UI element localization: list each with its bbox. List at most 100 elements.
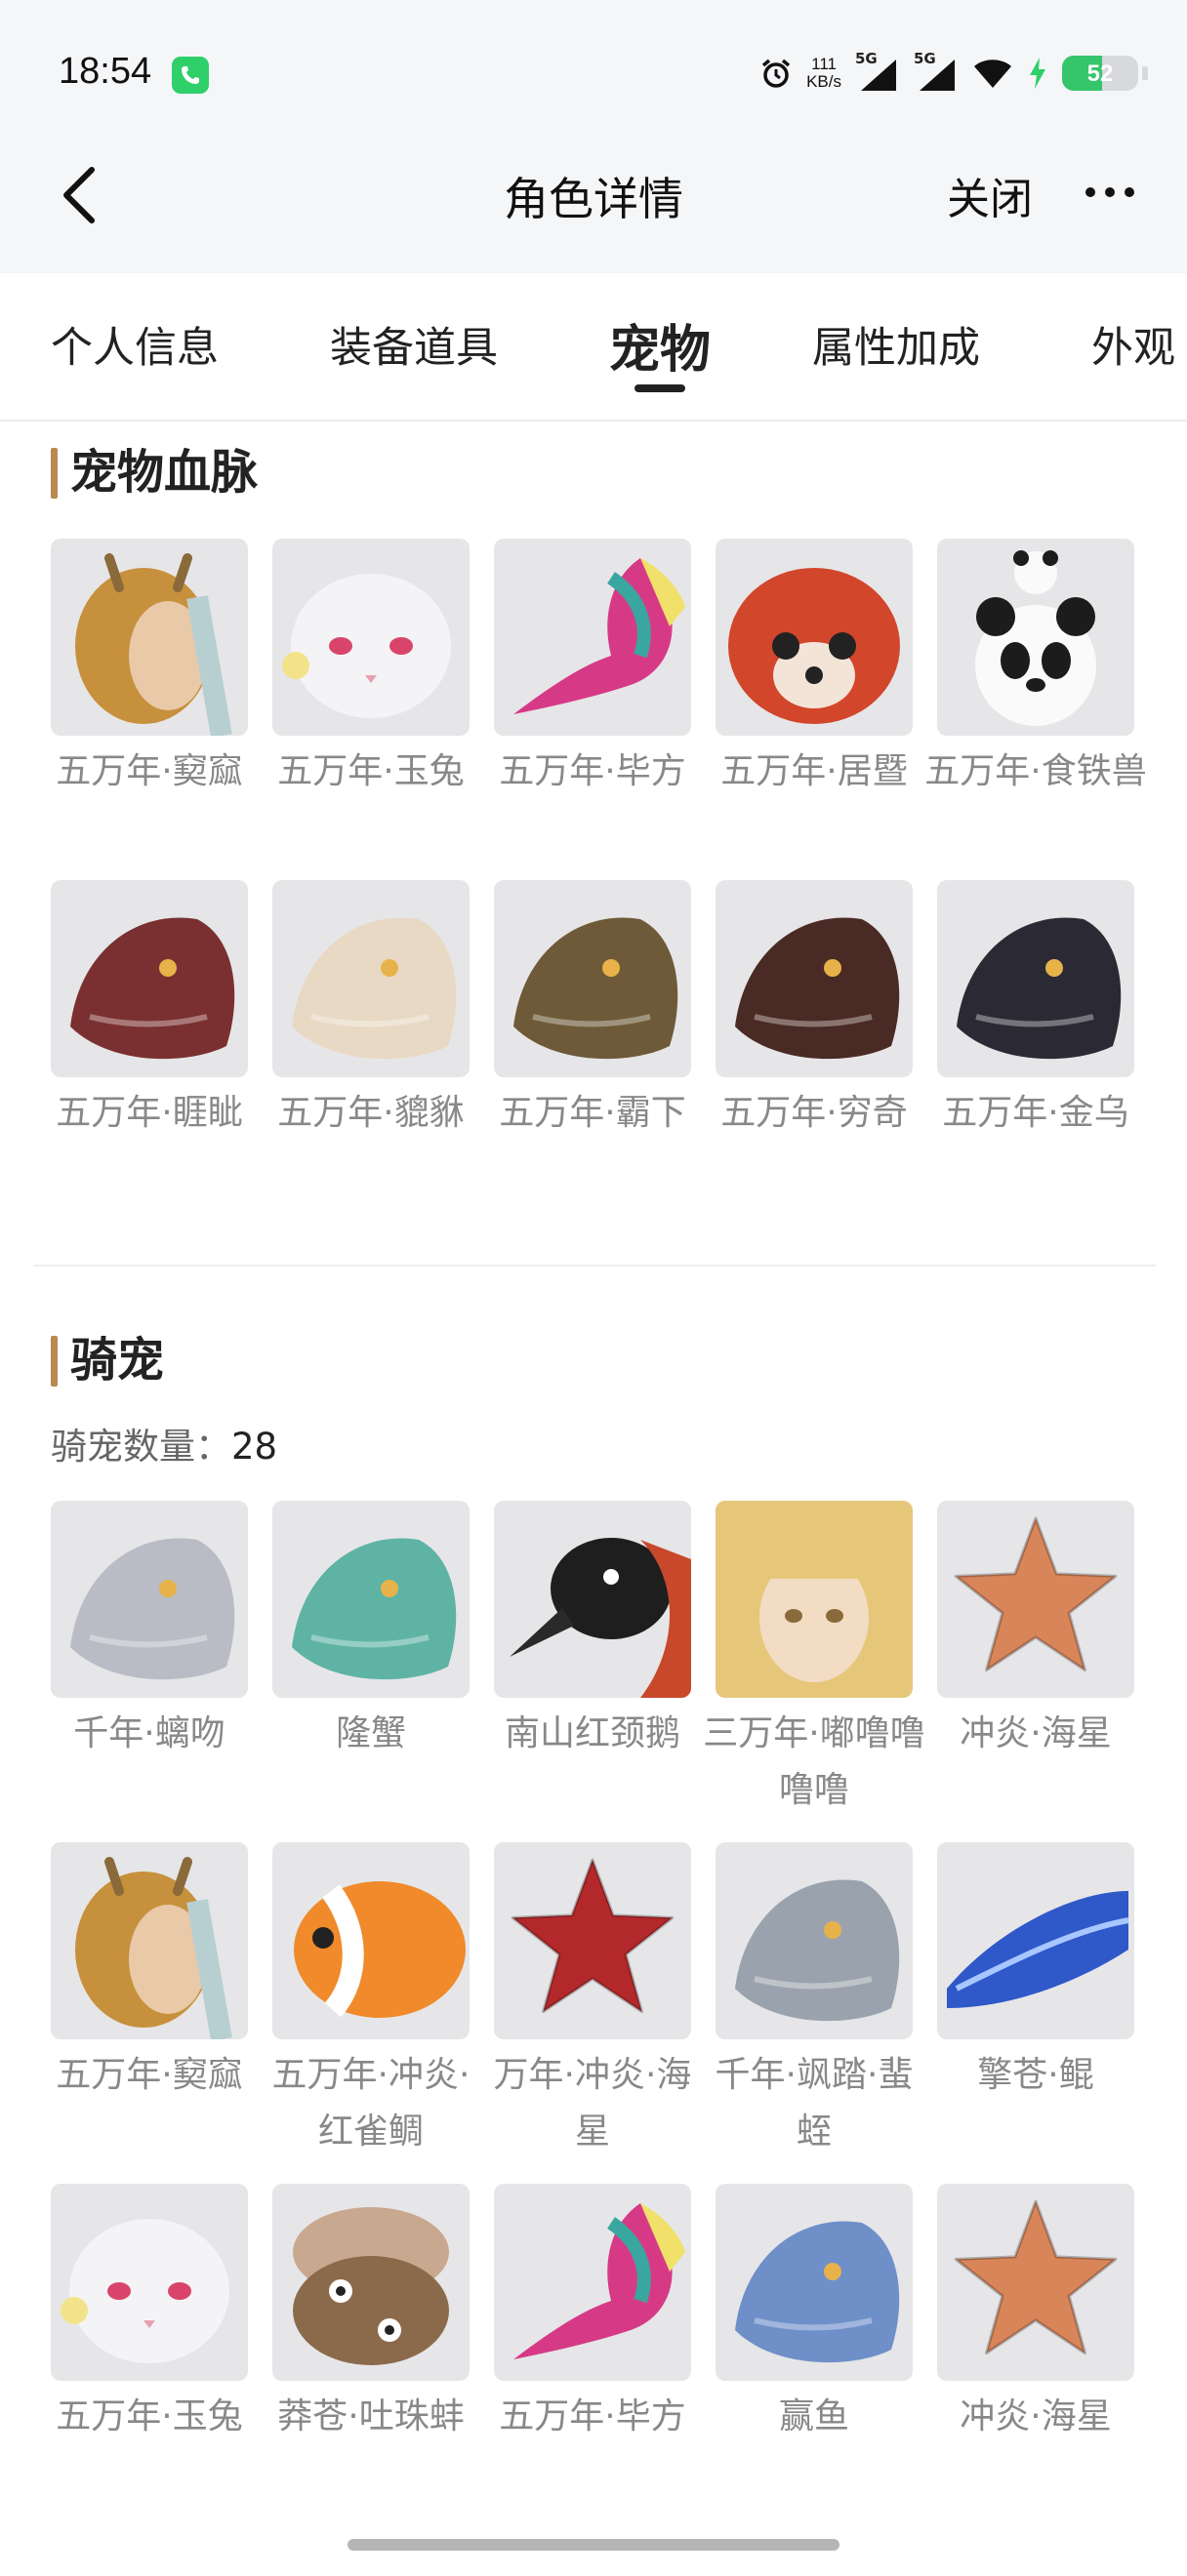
pet-card[interactable]: 五万年·窫窳: [51, 1842, 248, 2104]
pet-card[interactable]: 三万年·嘟噜噜噜噜: [703, 1501, 925, 1819]
pet-card[interactable]: 隆蟹: [272, 1501, 470, 1762]
status-icons: 111 KB/s 5G 5G 52: [759, 50, 1148, 94]
pet-name: 五万年·玉兔: [277, 751, 465, 791]
pet-name: 千年·螭吻: [73, 1713, 225, 1753]
pet-card[interactable]: 五万年·冲炎·红雀鲷: [272, 1842, 470, 2160]
dot-icon: [1125, 187, 1134, 197]
pet-name: 隆蟹: [335, 1713, 406, 1753]
pet-card[interactable]: 五万年·毕方: [494, 539, 691, 800]
red-panda-icon: [716, 539, 913, 736]
pet-bloodline-grid: 五万年·窫窳 五万年·玉兔 五万年·毕方 五万年·居暨 五万年·食铁兽 五万年·…: [51, 539, 1147, 1222]
signal-2: 5G: [914, 50, 959, 93]
lion-mask-icon: [272, 880, 470, 1077]
silver-fish-dragon-icon: [51, 1501, 248, 1698]
pet-card[interactable]: 万年·冲炎·海星: [494, 1842, 691, 2160]
pet-card[interactable]: 冲炎·海星: [937, 1501, 1134, 1762]
blue-whale-icon: [937, 1842, 1134, 2039]
signal-2-label: 5G: [914, 50, 936, 67]
black-goose-icon: [494, 1501, 691, 1698]
home-indicator[interactable]: [348, 2539, 839, 2551]
orange-starfish-icon: [937, 1501, 1134, 1698]
pet-name: 五万年·窫窳: [56, 751, 243, 791]
close-button[interactable]: 关闭: [947, 164, 1033, 226]
pet-card[interactable]: 五万年·毕方: [494, 2184, 691, 2445]
pet-card[interactable]: 莽苍·吐珠蚌: [272, 2184, 470, 2445]
charging-icon: [1030, 58, 1045, 89]
pet-name: 五万年·玉兔: [56, 2396, 243, 2436]
active-tab-indicator: [634, 384, 685, 392]
section-title-pet-bloodline: 宠物血脉: [51, 444, 258, 501]
tab-equipment[interactable]: 装备道具: [330, 314, 498, 375]
wifi-icon: [974, 60, 1011, 88]
tab-profile[interactable]: 个人信息: [51, 314, 219, 375]
pet-name: 五万年·貔貅: [277, 1093, 465, 1133]
tab-attributes[interactable]: 属性加成: [812, 314, 980, 375]
signal-1: 5G: [855, 50, 900, 93]
pet-card[interactable]: 五万年·穷奇: [716, 880, 913, 1142]
pet-card[interactable]: 五万年·睚眦: [51, 880, 248, 1142]
section-title-mounts: 骑宠: [51, 1332, 164, 1389]
pet-name: 赢鱼: [778, 2396, 849, 2436]
dot-icon: [1105, 187, 1115, 197]
pet-name: 冲炎·海星: [960, 2396, 1112, 2436]
clownfish-icon: [272, 1842, 470, 2039]
crane-bird-icon: [494, 2184, 691, 2381]
tab-appearance[interactable]: 外观: [1091, 314, 1175, 375]
dark-beast-icon: [716, 880, 913, 1077]
blue-bird-fish-icon: [716, 2184, 913, 2381]
pet-name: 擎苍·鲲: [977, 2055, 1094, 2095]
pet-name: 五万年·毕方: [499, 751, 686, 791]
status-bar: 18:54 111 KB/s 5G 5G 52: [0, 0, 1187, 146]
golden-dragon-girl-icon: [51, 539, 248, 736]
more-button[interactable]: [1085, 187, 1134, 199]
battery-level: 52: [1086, 60, 1114, 87]
white-rabbit-icon: [272, 539, 470, 736]
crane-bird-icon: [494, 539, 691, 736]
alarm-icon: [761, 59, 791, 88]
mounts-grid: 千年·螭吻 隆蟹 南山红颈鹅 三万年·嘟噜噜噜噜 冲炎·海星 五万年·窫窳 五万年…: [51, 1501, 1136, 2525]
mount-count: 骑宠数量：28: [51, 1417, 277, 1469]
pet-name: 五万年·窫窳: [56, 2055, 243, 2095]
pet-name: 南山红颈鹅: [504, 1713, 680, 1753]
silver-dragon-icon: [716, 1842, 913, 2039]
status-time: 18:54: [59, 51, 152, 92]
pet-card[interactable]: 五万年·窫窳: [51, 539, 248, 800]
pet-name: 五万年·睚眦: [56, 1093, 243, 1133]
top-bar: 18:54 111 KB/s 5G 5G 52: [0, 0, 1187, 273]
red-starfish-icon: [494, 1842, 691, 2039]
blonde-girl-icon: [716, 1501, 913, 1698]
net-speed-value: 111: [811, 55, 837, 73]
pet-card[interactable]: 五万年·居暨: [716, 539, 913, 800]
pet-name: 五万年·居暨: [720, 751, 908, 791]
pet-card[interactable]: 赢鱼: [716, 2184, 913, 2445]
black-bird-icon: [937, 880, 1134, 1077]
pet-card[interactable]: 千年·螭吻: [51, 1501, 248, 1762]
clam-icon: [272, 2184, 470, 2381]
mount-count-value: 28: [231, 1426, 278, 1468]
white-rabbit-icon: [51, 2184, 248, 2381]
tab-bar: 个人信息 装备道具 宠物 属性加成 外观: [0, 273, 1187, 422]
pet-name: 五万年·穷奇: [720, 1093, 908, 1133]
pet-card[interactable]: 五万年·玉兔: [272, 539, 470, 800]
orange-starfish-icon: [937, 2184, 1134, 2381]
tab-pets[interactable]: 宠物: [609, 308, 711, 382]
pet-card[interactable]: 千年·飒踏·蜚蛭: [716, 1842, 913, 2160]
battery-tip: [1142, 66, 1148, 80]
pet-card[interactable]: 五万年·金乌: [937, 880, 1134, 1142]
pet-name: 五万年·金乌: [942, 1093, 1129, 1133]
pet-card[interactable]: 冲炎·海星: [937, 2184, 1134, 2445]
golden-dragon-girl-icon: [51, 1842, 248, 2039]
pet-card[interactable]: 五万年·霸下: [494, 880, 691, 1142]
pet-name: 冲炎·海星: [960, 1713, 1112, 1753]
pet-card[interactable]: 五万年·食铁兽: [924, 539, 1147, 800]
pet-card[interactable]: 擎苍·鲲: [937, 1842, 1134, 2104]
pet-card[interactable]: 五万年·貔貅: [272, 880, 470, 1142]
pet-card[interactable]: 南山红颈鹅: [494, 1501, 691, 1762]
phone-call-icon: [172, 57, 209, 94]
pet-name: 五万年·冲炎·红雀鲷: [271, 2055, 471, 2152]
pet-card[interactable]: 五万年·玉兔: [51, 2184, 248, 2445]
jade-crab-icon: [272, 1501, 470, 1698]
pet-name: 千年·飒踏·蜚蛭: [715, 2055, 914, 2152]
dot-icon: [1085, 187, 1095, 197]
panda-icon: [937, 539, 1134, 736]
